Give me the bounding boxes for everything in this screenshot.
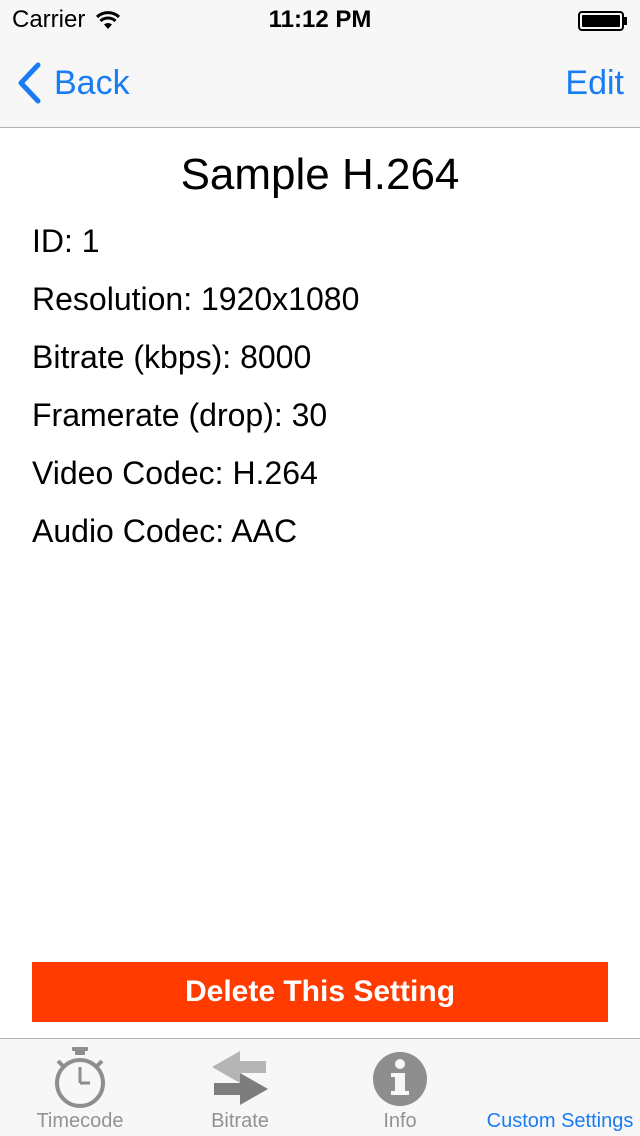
edit-button[interactable]: Edit — [565, 64, 624, 103]
tab-label: Bitrate — [211, 1110, 269, 1132]
tab-bitrate[interactable]: Bitrate — [160, 1039, 320, 1136]
battery-icon — [578, 10, 628, 31]
tab-info[interactable]: Info — [320, 1039, 480, 1136]
info-icon — [370, 1047, 430, 1109]
status-time: 11:12 PM — [268, 6, 372, 33]
page-title: Sample H.264 — [180, 150, 460, 199]
tab-timecode[interactable]: Timecode — [0, 1039, 160, 1136]
field-bitrate: Bitrate (kbps): 8000 — [32, 339, 312, 375]
tab-custom-settings[interactable]: Custom Settings — [480, 1039, 640, 1136]
field-framerate: Framerate (drop): 30 — [32, 397, 328, 433]
setting-fields: ID: 1 Resolution: 1920x1080 Bitrate (kbp… — [32, 218, 359, 566]
tab-label: Timecode — [36, 1110, 124, 1132]
field-id: ID: 1 — [32, 223, 100, 259]
tab-label: Custom Settings — [486, 1110, 634, 1132]
tab-label: Info — [383, 1110, 417, 1132]
arrows-icon — [210, 1047, 270, 1109]
status-bar: Carrier 11:12 PM — [0, 0, 640, 40]
field-audio-codec: Audio Codec: AAC — [32, 513, 298, 549]
back-label: Back — [54, 63, 130, 102]
tab-bar: Timecode Bitrate Info Custom Settings — [0, 1038, 640, 1136]
delete-setting-button[interactable]: Delete This Setting — [32, 962, 608, 1022]
field-resolution: Resolution: 1920x1080 — [32, 281, 360, 317]
chevron-left-icon — [16, 62, 42, 104]
field-video-codec: Video Codec: H.264 — [32, 455, 318, 491]
stopwatch-icon — [50, 1047, 110, 1109]
back-button[interactable]: Back — [16, 62, 130, 104]
navigation-bar: Back Edit — [0, 40, 640, 128]
setting-detail: Sample H.264 ID: 1 Resolution: 1920x1080… — [0, 128, 640, 1038]
